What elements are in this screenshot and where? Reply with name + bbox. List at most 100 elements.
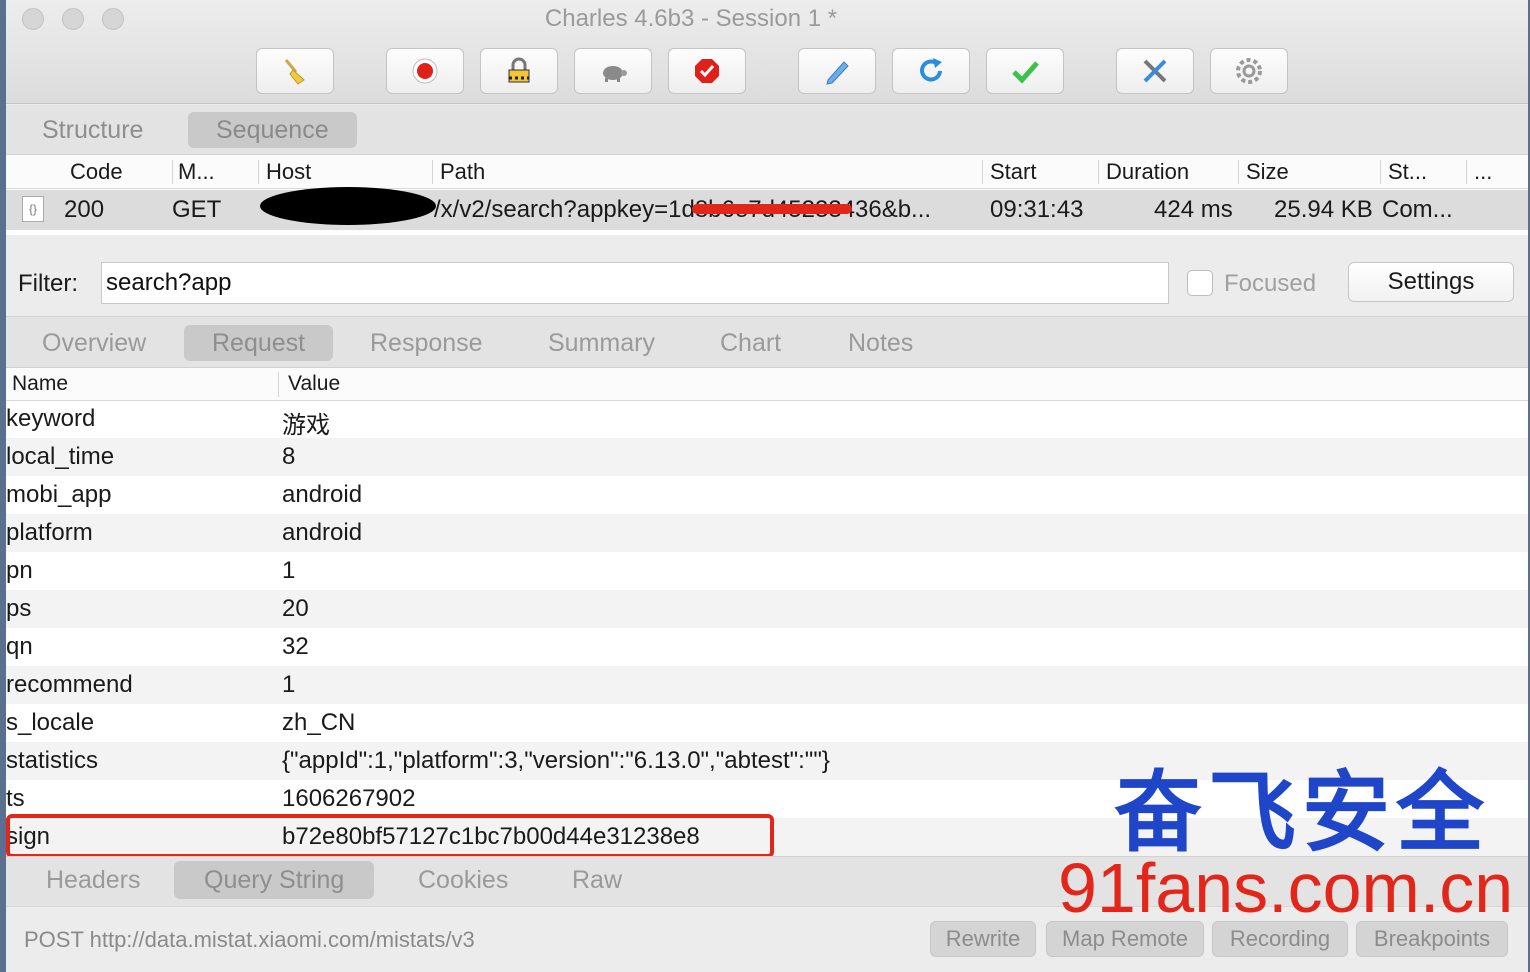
- ssl-lock-icon: [508, 57, 530, 83]
- column-header-size[interactable]: Size: [1246, 159, 1289, 185]
- table-row[interactable]: recommend 1: [6, 666, 1528, 704]
- param-name: pn: [6, 557, 33, 584]
- param-value: 20: [282, 595, 309, 622]
- filter-label: Filter:: [18, 270, 78, 297]
- row-start: 09:31:43: [990, 196, 1084, 223]
- column-header-value[interactable]: Value: [288, 372, 340, 396]
- validate-check-icon: [1012, 61, 1039, 84]
- column-header-status[interactable]: St...: [1388, 159, 1427, 185]
- tab-overview[interactable]: Overview: [14, 325, 174, 361]
- param-value: 1606267902: [282, 785, 416, 812]
- param-name: ts: [6, 785, 25, 812]
- tools-button[interactable]: [1116, 48, 1194, 94]
- tab-request[interactable]: Request: [184, 325, 334, 361]
- tab-cookies[interactable]: Cookies: [388, 861, 538, 899]
- param-value: zh_CN: [282, 709, 356, 736]
- sequence-table-header: Code M... Host Path Start Duration Size …: [6, 155, 1528, 189]
- record-icon: [412, 58, 438, 84]
- param-value: 1: [282, 671, 296, 698]
- view-switcher: Structure Sequence: [6, 105, 1528, 155]
- validate-button[interactable]: [986, 48, 1064, 94]
- watermark-url: 91fans.com.cn: [1058, 849, 1514, 927]
- param-name: local_time: [6, 443, 115, 470]
- row-duration: 424 ms: [1154, 196, 1233, 223]
- broom-icon: [284, 59, 305, 85]
- record-button[interactable]: [386, 48, 464, 94]
- row-path: /x/v2/search?appkey=1d8b6e7d45233436&b..…: [434, 196, 932, 223]
- param-name: qn: [6, 633, 33, 660]
- repeat-button[interactable]: [892, 48, 970, 94]
- param-value: {"appId":1,"platform":3,"version":"6.13.…: [282, 747, 830, 774]
- row-size: 25.94 KB: [1274, 196, 1373, 223]
- throttling-button[interactable]: [574, 48, 652, 94]
- param-value: android: [282, 519, 363, 546]
- table-row[interactable]: platform android: [6, 514, 1528, 552]
- param-value: 32: [282, 633, 309, 660]
- tools-icon: [1143, 59, 1167, 83]
- param-name: mobi_app: [6, 481, 112, 508]
- table-row[interactable]: pn 1: [6, 552, 1528, 590]
- settings-button[interactable]: [1210, 48, 1288, 94]
- settings-gear-icon: [1236, 58, 1262, 84]
- table-row[interactable]: s_locale zh_CN: [6, 704, 1528, 742]
- tab-query-string[interactable]: Query String: [174, 861, 375, 899]
- breakpoint-stop-icon: [695, 59, 719, 83]
- sequence-tab[interactable]: Sequence: [188, 112, 357, 148]
- param-name: statistics: [6, 747, 99, 774]
- column-header-start[interactable]: Start: [990, 159, 1036, 185]
- compose-button[interactable]: [798, 48, 876, 94]
- breakpoints-button[interactable]: [668, 48, 746, 94]
- table-row[interactable]: ps 20: [6, 590, 1528, 628]
- tab-chart[interactable]: Chart: [692, 325, 809, 361]
- param-name: platform: [6, 519, 93, 546]
- param-name: ps: [6, 595, 32, 622]
- table-row[interactable]: qn 32: [6, 628, 1528, 666]
- column-header-code[interactable]: Code: [70, 159, 123, 185]
- column-header-more[interactable]: ...: [1474, 159, 1492, 185]
- tab-raw[interactable]: Raw: [542, 861, 652, 899]
- json-document-icon: {}: [22, 196, 44, 222]
- focused-checkbox[interactable]: [1187, 270, 1213, 296]
- tab-response[interactable]: Response: [342, 325, 511, 361]
- param-value: 1: [282, 557, 296, 584]
- row-code: 200: [64, 196, 105, 223]
- host-redaction: [260, 187, 436, 225]
- structure-tab[interactable]: Structure: [14, 112, 171, 148]
- param-name: recommend: [6, 671, 133, 698]
- focused-label: Focused: [1224, 270, 1317, 297]
- table-row[interactable]: {} 200 GET /x/v2/search?appkey=1d8b6e7d4…: [6, 187, 1528, 230]
- params-table-header: Name Value: [6, 368, 1528, 401]
- tab-summary[interactable]: Summary: [520, 325, 683, 361]
- sequence-table: Code M... Host Path Start Duration Size …: [6, 155, 1528, 235]
- column-header-host[interactable]: Host: [266, 159, 311, 185]
- tab-headers[interactable]: Headers: [16, 861, 171, 899]
- status-text: POST http://data.mistat.xiaomi.com/mista…: [24, 927, 475, 952]
- row-method: GET: [172, 196, 222, 223]
- sign-highlight-annotation: [6, 814, 774, 858]
- title-bar: Charles 4.6b3 - Session 1 *: [6, 0, 1528, 104]
- column-header-name[interactable]: Name: [12, 372, 68, 396]
- tab-notes[interactable]: Notes: [820, 325, 941, 361]
- filter-bar: Filter: Focused Settings: [6, 250, 1528, 310]
- charles-window: Charles 4.6b3 - Session 1 * Structure Se…: [6, 0, 1528, 972]
- param-value: 8: [282, 443, 296, 470]
- window-title: Charles 4.6b3 - Session 1 *: [544, 5, 838, 32]
- filter-input[interactable]: [101, 262, 1169, 304]
- throttle-turtle-icon: [603, 66, 627, 82]
- column-header-path[interactable]: Path: [440, 159, 485, 185]
- table-row[interactable]: local_time 8: [6, 438, 1528, 476]
- appkey-redaction: [692, 204, 852, 214]
- ssl-proxying-button[interactable]: [480, 48, 558, 94]
- compose-pen-icon: [826, 61, 849, 85]
- param-value: android: [282, 481, 363, 508]
- rewrite-button[interactable]: Rewrite: [930, 921, 1036, 957]
- table-row[interactable]: keyword 游戏: [6, 400, 1528, 439]
- filter-settings-button[interactable]: Settings: [1348, 262, 1514, 302]
- param-name: keyword: [6, 405, 96, 432]
- column-header-method[interactable]: M...: [178, 159, 215, 185]
- detail-tabs: Overview Request Response Summary Chart …: [6, 316, 1528, 368]
- param-name: s_locale: [6, 709, 95, 736]
- table-row[interactable]: mobi_app android: [6, 476, 1528, 514]
- clear-session-button[interactable]: [256, 48, 334, 94]
- column-header-duration[interactable]: Duration: [1106, 159, 1189, 185]
